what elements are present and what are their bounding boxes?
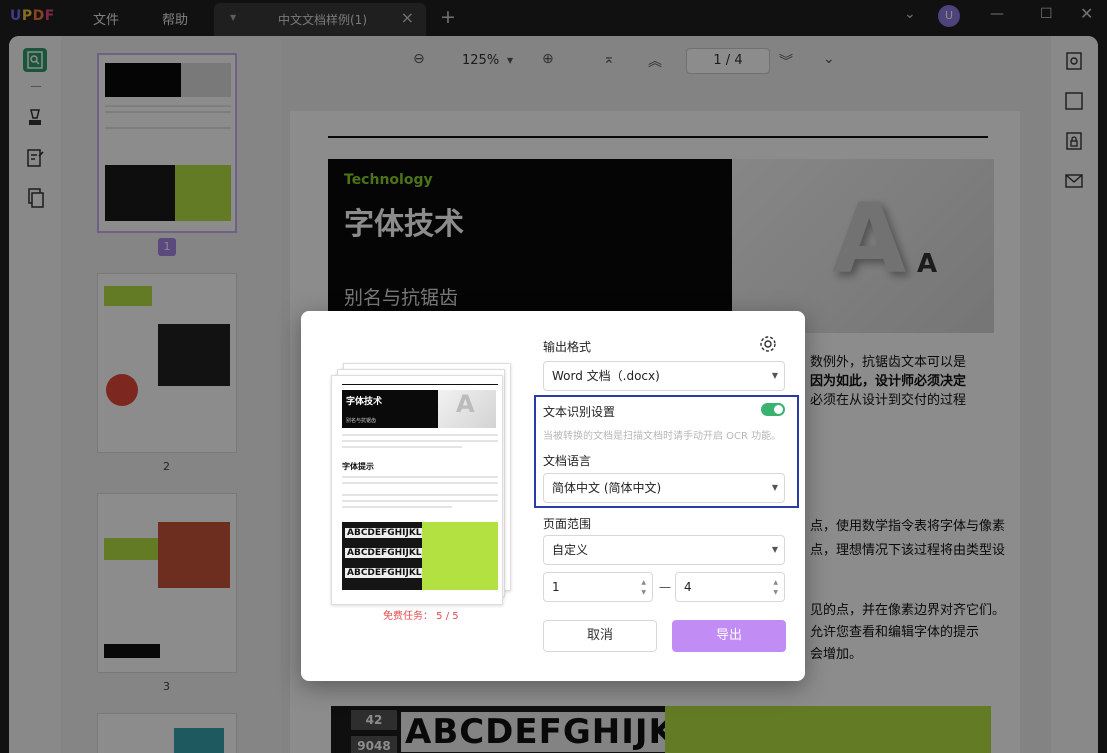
preview-letter: A — [438, 390, 496, 428]
export-button[interactable]: 导出 — [672, 620, 786, 652]
stepper-down-icon[interactable]: ▼ — [641, 589, 646, 597]
ocr-toggle[interactable] — [761, 403, 785, 416]
preview-hero: 字体技术 别名与抗锯齿 — [342, 390, 438, 428]
cancel-button[interactable]: 取消 — [543, 620, 657, 652]
stepper-down-icon[interactable]: ▼ — [773, 589, 778, 597]
export-preview: 字体技术 别名与抗锯齿 A 字体提示 ABCDEFGHIJKLMNO ABCDE… — [331, 363, 511, 605]
range-label: 页面范围 — [543, 517, 592, 531]
language-select[interactable]: 简体中文 (简体中文) ▼ — [543, 473, 785, 503]
ocr-hint: 当被转换的文档是扫描文档时请手动开启 OCR 功能。 — [543, 431, 782, 442]
range-select[interactable]: 自定义 ▼ — [543, 535, 785, 565]
export-dialog: 字体技术 别名与抗锯齿 A 字体提示 ABCDEFGHIJKLMNO ABCDE… — [301, 311, 805, 681]
chevron-down-icon: ▼ — [771, 483, 778, 492]
output-format-select[interactable]: Word 文档（.docx) ▼ — [543, 361, 785, 391]
preview-image: ABCDEFGHIJKLMNO ABCDEFGHIJKLMNO ABCDEFGH… — [342, 522, 422, 590]
stepper-up-icon[interactable]: ▲ — [641, 579, 646, 587]
gear-icon[interactable] — [759, 335, 777, 353]
chevron-down-icon: ▼ — [771, 371, 778, 380]
output-format-label: 输出格式 — [543, 340, 592, 354]
range-from-input[interactable]: 1 ▲ ▼ — [543, 572, 653, 602]
chevron-down-icon: ▼ — [771, 545, 778, 554]
preview-sheet-front: 字体技术 别名与抗锯齿 A 字体提示 ABCDEFGHIJKLMNO ABCDE… — [331, 375, 503, 605]
free-task-count: 免费任务： 5 / 5 — [383, 611, 459, 622]
range-dash: — — [659, 580, 671, 594]
language-label: 文档语言 — [543, 454, 592, 468]
preview-subheading: 字体提示 — [342, 462, 374, 471]
ocr-label: 文本识别设置 — [543, 405, 616, 419]
stepper-up-icon[interactable]: ▲ — [773, 579, 778, 587]
range-to-input[interactable]: 4 ▲ ▼ — [675, 572, 785, 602]
preview-green-block — [422, 522, 498, 590]
